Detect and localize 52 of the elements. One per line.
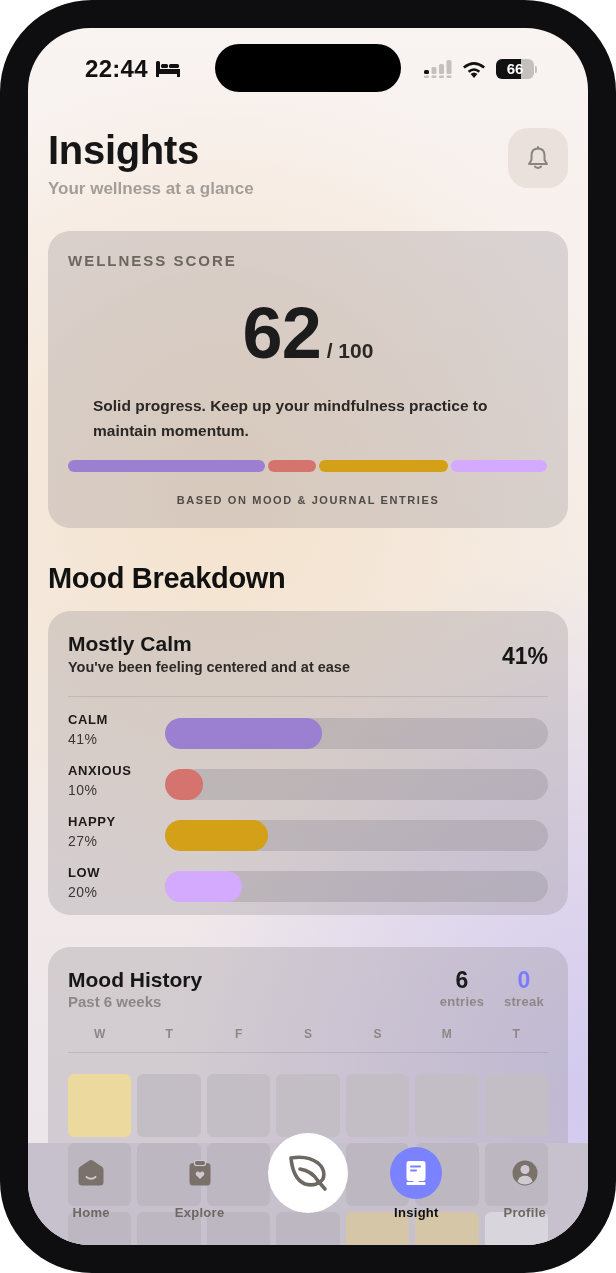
card-label: WELLNESS SCORE <box>68 251 237 271</box>
score-max: / 100 <box>326 339 374 363</box>
summary-subtitle: You've been feeling centered and at ease <box>68 658 350 677</box>
weekday-label: W <box>94 1026 106 1042</box>
day-cell[interactable] <box>206 1143 271 1206</box>
stat-label: streak <box>503 993 545 1011</box>
nav-tab[interactable]: Home <box>72 1147 110 1221</box>
score-message: Solid progress. Keep up your mindfulness practice to maintain momentum. <box>93 396 489 441</box>
nav-tab[interactable]: Explore <box>174 1147 225 1221</box>
summary-percent: 41% <box>501 641 548 670</box>
house-icon <box>78 1160 105 1186</box>
weekday-label: F <box>234 1026 243 1042</box>
mood-percent: 27% <box>68 832 98 851</box>
mood-name: ANXIOUS <box>68 762 132 780</box>
weekday-label: S <box>304 1026 312 1042</box>
mood-name: HAPPY <box>68 813 116 831</box>
weekday-label: M <box>441 1026 452 1042</box>
summary-title: Mostly Calm <box>68 632 193 656</box>
stat-value: 6 <box>455 967 469 993</box>
stat-value: 0 <box>517 967 531 993</box>
mood-name: CALM <box>68 711 108 729</box>
history-subtitle: Past 6 weeks <box>68 992 163 1012</box>
person-icon <box>511 1160 538 1186</box>
signal-icon <box>424 60 452 78</box>
nav-tab[interactable]: Profile <box>503 1147 547 1221</box>
weekday-label: T <box>512 1026 520 1042</box>
nav-tab[interactable]: Insight <box>390 1147 443 1221</box>
mood-percent: 10% <box>68 781 98 800</box>
day-cell[interactable] <box>137 1143 201 1206</box>
notifications-button[interactable] <box>508 128 568 188</box>
weekday-label: T <box>165 1026 173 1042</box>
day-cell[interactable] <box>68 1074 132 1137</box>
mood-percent: 20% <box>68 883 98 902</box>
mood-percent: 41% <box>68 730 98 749</box>
score-value: 62 <box>242 297 321 369</box>
leaf-icon <box>287 1154 329 1192</box>
wifi-icon <box>462 60 486 78</box>
stat-label: entries <box>439 993 485 1011</box>
bell-icon <box>527 146 549 170</box>
status-time: 22:44 <box>85 55 148 83</box>
section-title: Mood Breakdown <box>48 561 287 595</box>
weekday-label: S <box>373 1026 382 1042</box>
history-title: Mood History <box>68 968 203 992</box>
mood-name: LOW <box>68 864 101 882</box>
day-cell[interactable] <box>276 1074 340 1137</box>
mood-segment <box>267 460 316 472</box>
score-footnote: BASED ON MOOD & JOURNAL ENTRIES <box>176 493 440 507</box>
page-subtitle: Your wellness at a glance <box>48 179 254 199</box>
clipboard-icon <box>186 1160 213 1186</box>
book-icon <box>390 1147 443 1199</box>
page-title: Insights <box>48 127 200 174</box>
bed-icon <box>155 61 180 77</box>
